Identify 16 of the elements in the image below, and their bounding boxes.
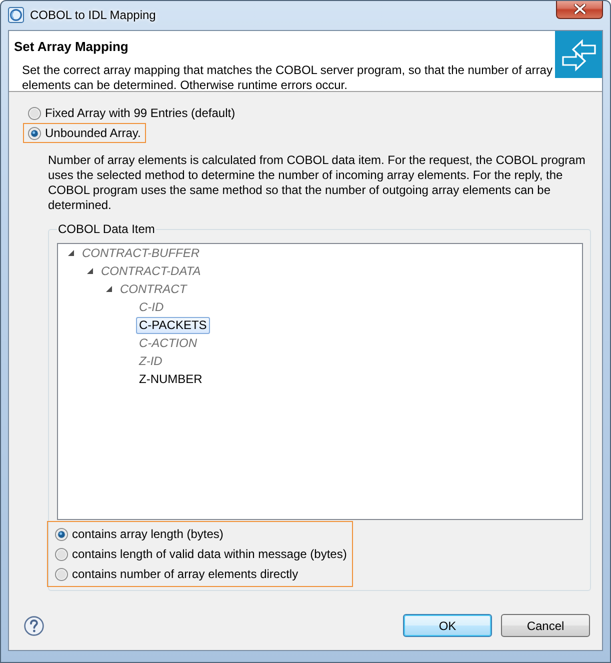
close-icon	[574, 4, 586, 14]
close-button[interactable]	[556, 1, 603, 19]
ok-button[interactable]: OK	[403, 614, 492, 637]
page-title: Set Array Mapping	[14, 39, 130, 55]
group-title: COBOL Data Item	[57, 222, 156, 237]
help-icon[interactable]	[24, 616, 44, 636]
window-title: COBOL to IDL Mapping	[30, 7, 156, 24]
radio-option[interactable]: contains array length (bytes)	[55, 524, 346, 544]
radio-option[interactable]: Fixed Array with 99 Entries (default)	[23, 103, 240, 123]
radio-option[interactable]: contains length of valid data within message (bytes)	[55, 544, 346, 564]
cancel-button[interactable]: Cancel	[501, 614, 590, 637]
page-description: Set the correct array mapping that matches the COBOL server program, so that the number of array elements can be determined. Otherwise runtime errors occur.	[22, 63, 554, 93]
app-icon	[8, 7, 24, 23]
explanation-text: Number of array elements is calculated from COBOL data item. For the request, the COBOL program uses the selected method to determine the number of incoming array elements. For the reply, the COBOL program uses the same method so that the number of outgoing array elements can be determined.	[48, 153, 586, 213]
radio-option[interactable]: Unbounded Array.	[23, 123, 146, 143]
radio-option[interactable]: contains number of array elements directly	[55, 564, 346, 584]
